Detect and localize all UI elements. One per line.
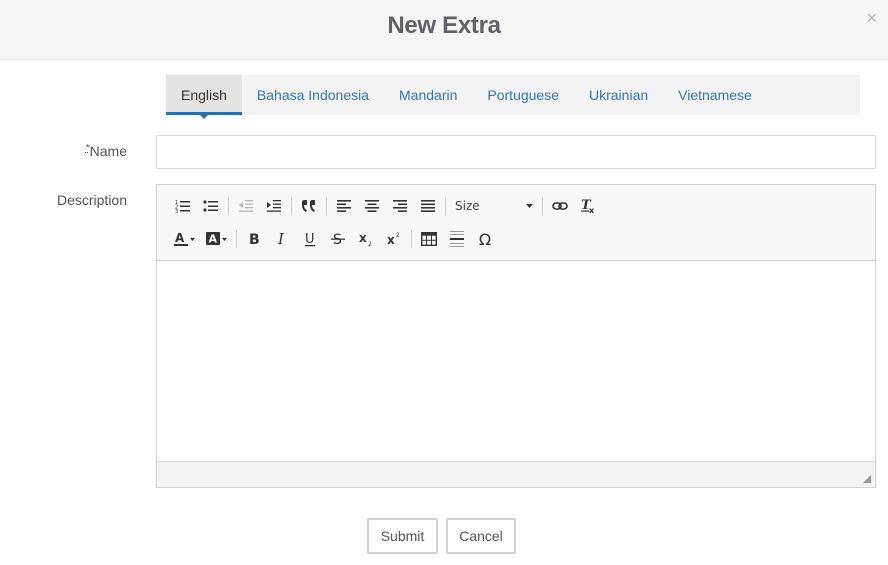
name-label-group: *Name <box>60 143 127 159</box>
toolbar-separator <box>411 230 412 248</box>
text-color-icon[interactable]: A <box>169 226 201 252</box>
special-character-icon[interactable]: Ω <box>471 226 499 252</box>
svg-text:3: 3 <box>175 209 178 213</box>
underline-icon[interactable]: U <box>296 226 324 252</box>
bold-icon[interactable]: B <box>240 226 268 252</box>
align-justify-icon[interactable] <box>414 193 442 219</box>
table-icon[interactable] <box>415 226 443 252</box>
tab-vietnamese[interactable]: Vietnamese <box>663 75 767 115</box>
editor-toolbar: 123 Size T x A A B I U S x 2 x 2 Ω <box>157 185 875 261</box>
cancel-button[interactable]: Cancel <box>446 518 516 554</box>
language-tabs: English Bahasa Indonesia Mandarin Portug… <box>166 75 860 119</box>
svg-text:A: A <box>209 233 218 246</box>
font-size-label: Size <box>455 199 480 213</box>
link-icon[interactable] <box>546 193 574 219</box>
close-icon[interactable]: × <box>866 8 877 28</box>
align-right-icon[interactable] <box>386 193 414 219</box>
font-size-select[interactable]: Size <box>449 193 539 219</box>
tab-mandarin[interactable]: Mandarin <box>384 75 472 115</box>
name-label: Name <box>89 143 127 159</box>
editor-footer <box>157 461 875 487</box>
modal-title: New Extra <box>387 12 501 39</box>
outdent-icon[interactable] <box>232 193 260 219</box>
svg-text:U: U <box>305 232 315 247</box>
background-color-icon[interactable]: A <box>201 226 233 252</box>
superscript-icon[interactable]: x2 <box>380 226 408 252</box>
description-label: Description <box>56 192 127 208</box>
indent-icon[interactable] <box>260 193 288 219</box>
toolbar-separator <box>228 197 229 215</box>
toolbar-separator <box>445 197 446 215</box>
toolbar-separator <box>236 230 237 248</box>
modal-header: New Extra × <box>0 0 888 60</box>
submit-button[interactable]: Submit <box>367 518 438 554</box>
name-input[interactable] <box>156 135 876 169</box>
align-left-icon[interactable] <box>330 193 358 219</box>
bulleted-list-icon[interactable] <box>197 193 225 219</box>
numbered-list-icon[interactable]: 123 <box>169 193 197 219</box>
tab-ukrainian[interactable]: Ukrainian <box>574 75 663 115</box>
svg-text:B: B <box>249 232 260 247</box>
tab-portuguese[interactable]: Portuguese <box>472 75 574 115</box>
description-editor: 123 Size T x A A B I U S x 2 x 2 Ω <box>156 184 876 488</box>
toolbar-separator <box>326 197 327 215</box>
tab-english[interactable]: English <box>166 75 242 119</box>
chevron-down-icon <box>526 204 533 208</box>
svg-text:x: x <box>589 206 595 214</box>
svg-text:2: 2 <box>368 241 372 247</box>
svg-text:I: I <box>277 231 285 247</box>
subscript-icon[interactable]: x2 <box>352 226 380 252</box>
svg-text:x: x <box>359 231 367 245</box>
resize-handle-icon[interactable] <box>863 475 871 483</box>
align-center-icon[interactable] <box>358 193 386 219</box>
svg-text:2: 2 <box>396 232 400 239</box>
svg-text:x: x <box>387 233 395 247</box>
toolbar-separator <box>542 197 543 215</box>
italic-icon[interactable]: I <box>268 226 296 252</box>
svg-text:A: A <box>175 231 185 245</box>
remove-format-icon[interactable]: Tx <box>574 193 602 219</box>
strikethrough-icon[interactable]: S <box>324 226 352 252</box>
description-content-area[interactable] <box>157 261 875 461</box>
horizontal-line-icon[interactable] <box>443 226 471 252</box>
blockquote-icon[interactable] <box>295 193 323 219</box>
toolbar-separator <box>291 197 292 215</box>
tab-bahasa-indonesia[interactable]: Bahasa Indonesia <box>242 75 384 115</box>
